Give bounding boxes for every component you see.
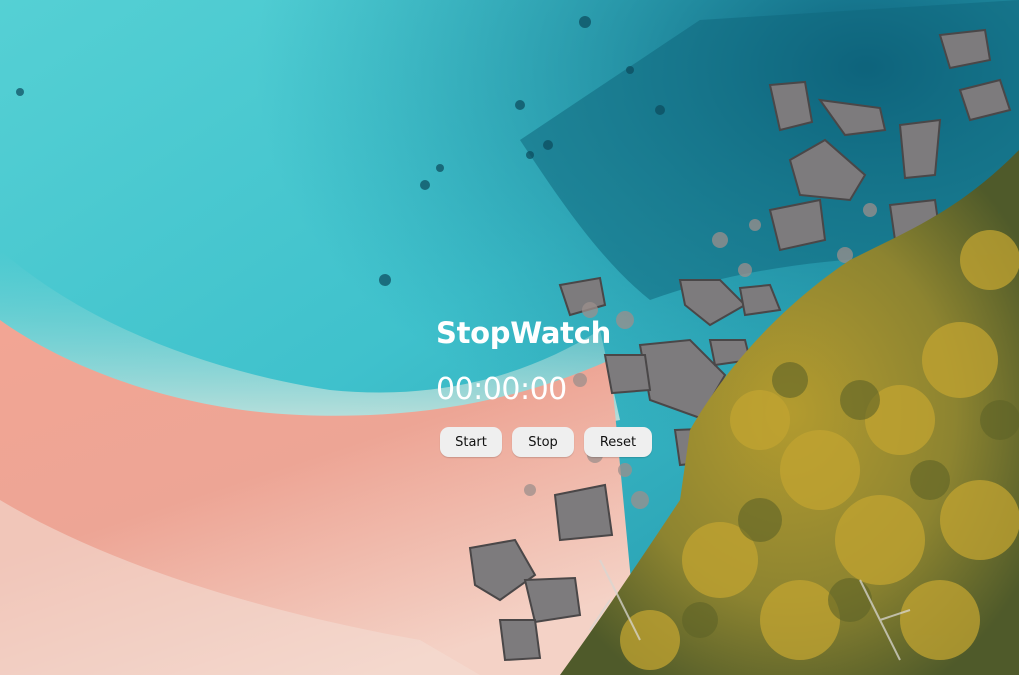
elapsed-time-display: 00:00:00: [436, 372, 567, 407]
start-button[interactable]: Start: [440, 427, 502, 457]
stopwatch-title: StopWatch: [436, 316, 611, 350]
stopwatch-controls: Start Stop Reset: [440, 427, 676, 457]
reset-button[interactable]: Reset: [584, 427, 652, 457]
stopwatch-page: StopWatch 00:00:00 Start Stop Reset: [0, 0, 1019, 675]
stop-button[interactable]: Stop: [512, 427, 574, 457]
stopwatch-widget: StopWatch 00:00:00 Start Stop Reset: [436, 316, 676, 457]
